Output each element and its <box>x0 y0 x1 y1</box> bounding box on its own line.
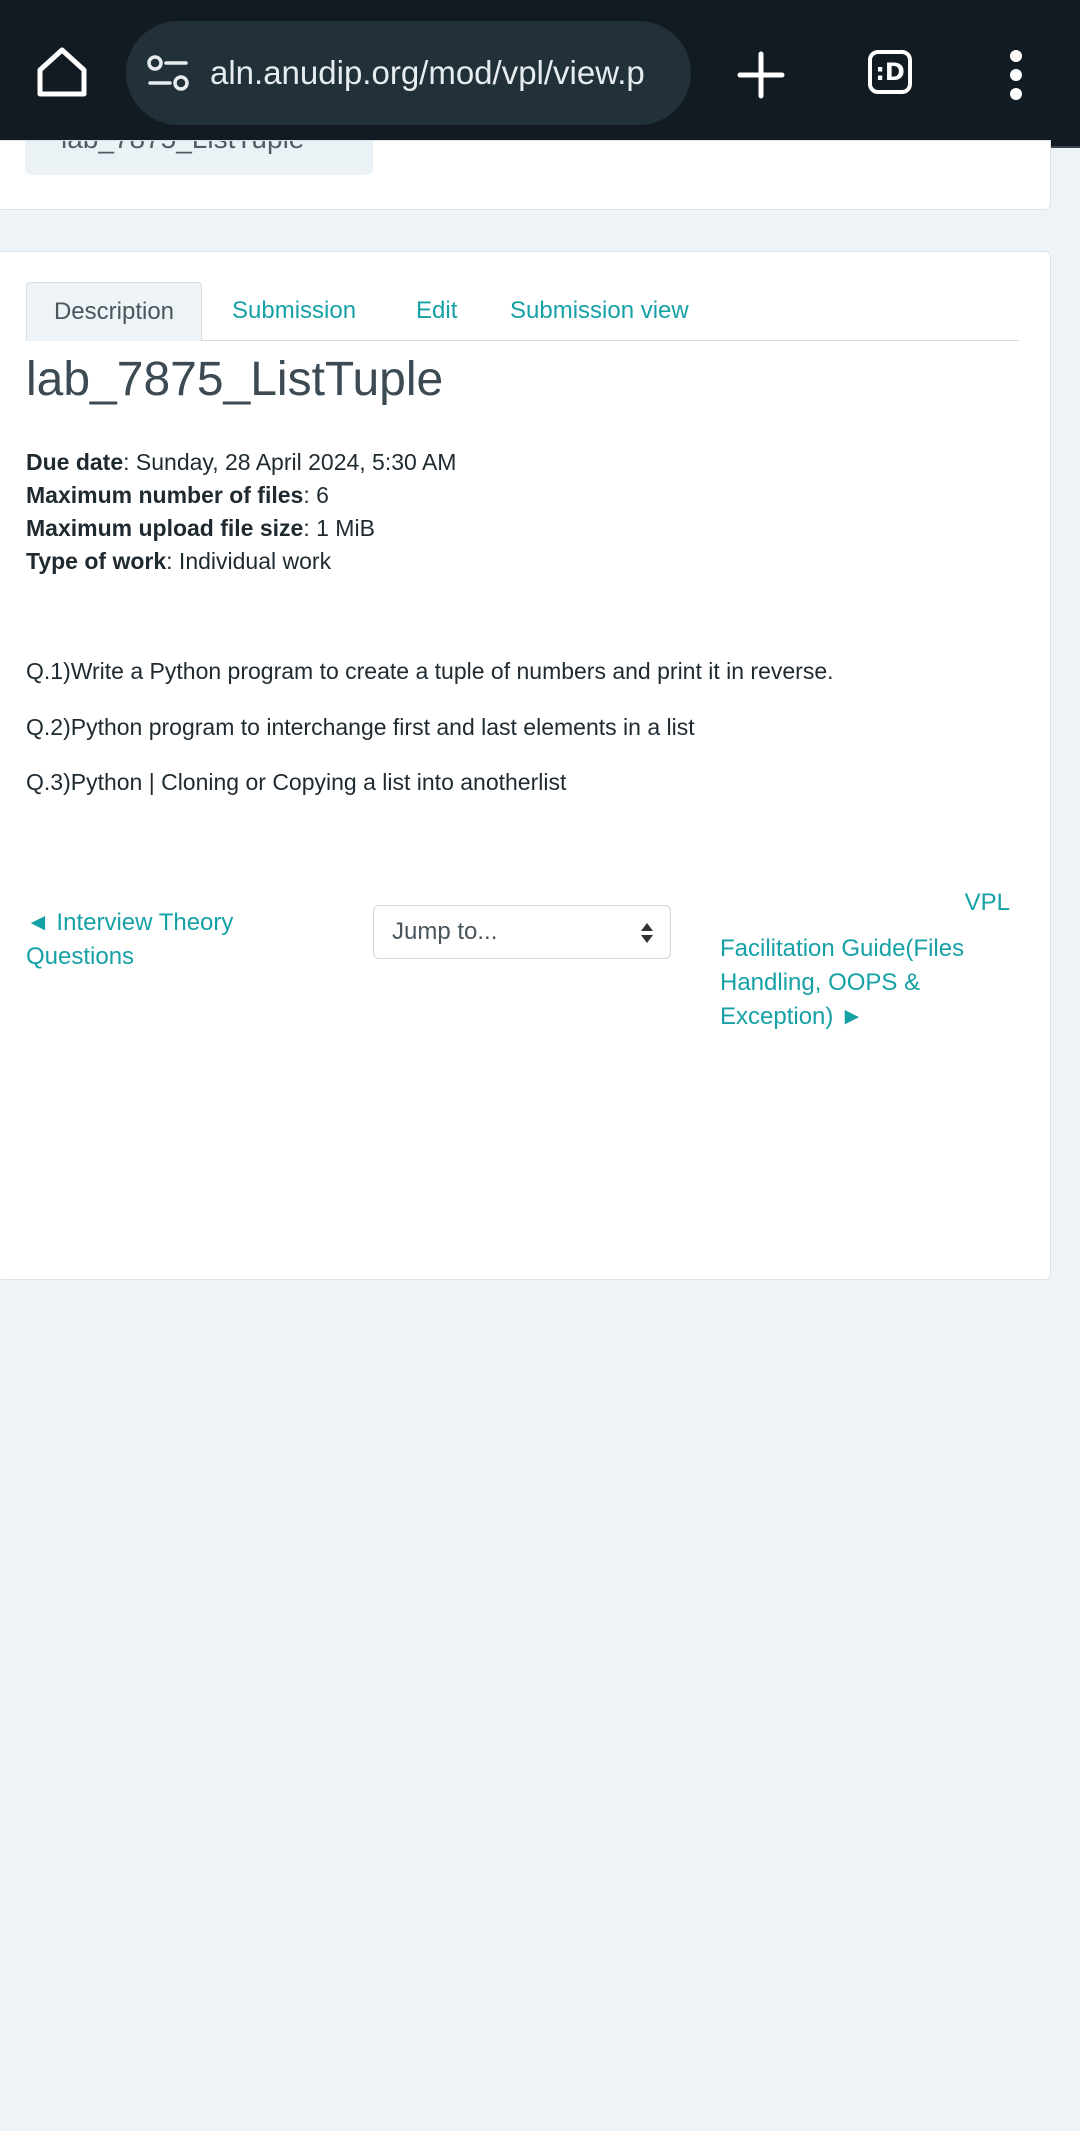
tab-submission[interactable]: Submission <box>232 282 356 340</box>
meta-key: Maximum upload file size <box>26 515 304 541</box>
url-text[interactable]: aln.anudip.org/mod/vpl/view.p <box>210 51 680 95</box>
activity-meta: Due date: Sunday, 28 April 2024, 5:30 AM… <box>26 446 456 578</box>
meta-key: Maximum number of files <box>26 482 304 508</box>
more-menu-icon[interactable] <box>1005 50 1029 100</box>
meta-value: : 1 MiB <box>303 515 375 541</box>
meta-key: Due date <box>26 449 124 475</box>
question-1: Q.1)Write a Python program to create a t… <box>26 658 834 684</box>
tab-submission-view[interactable]: Submission view <box>510 282 689 340</box>
site-settings-icon[interactable] <box>146 53 190 93</box>
home-icon[interactable] <box>34 44 90 100</box>
question-3: Q.3)Python | Cloning or Copying a list i… <box>26 769 567 795</box>
meta-value: : 6 <box>303 482 329 508</box>
previous-activity-label: lab_7875_ListTuple <box>61 141 304 155</box>
tab-switcher-button[interactable]: :D <box>868 50 912 94</box>
meta-value: : Sunday, 28 April 2024, 5:30 AM <box>123 449 457 475</box>
previous-activity-link[interactable]: ◄ Interview Theory Questions <box>26 906 326 974</box>
next-activity-link[interactable]: VPL Facilitation Guide(Files Handling, O… <box>720 886 1010 1034</box>
jump-to-select[interactable]: Jump to... <box>373 905 671 959</box>
tab-edit[interactable]: Edit <box>416 282 457 340</box>
tab-description[interactable]: Description <box>26 282 202 341</box>
browser-toolbar: aln.anudip.org/mod/vpl/view.p :D <box>0 0 1080 148</box>
select-arrows-icon <box>641 923 653 943</box>
meta-key: Type of work <box>26 548 167 574</box>
jump-to-value: Jump to... <box>392 918 498 945</box>
question-2: Q.2)Python program to interchange first … <box>26 714 695 740</box>
page-title: lab_7875_ListTuple <box>26 353 444 406</box>
next-activity-link-prefix[interactable]: VPL <box>720 886 1010 920</box>
work-type-row: Type of work: Individual work <box>26 545 456 578</box>
meta-value: : Individual work <box>166 548 332 574</box>
due-date-row: Due date: Sunday, 28 April 2024, 5:30 AM <box>26 446 456 479</box>
next-activity-link-text[interactable]: Facilitation Guide(Files Handling, OOPS … <box>720 935 964 1030</box>
url-bar[interactable]: aln.anudip.org/mod/vpl/view.p <box>126 21 691 125</box>
max-files-row: Maximum number of files: 6 <box>26 479 456 512</box>
previous-card: lab_7875_ListTuple <box>0 140 1051 210</box>
previous-activity-pill[interactable]: lab_7875_ListTuple <box>25 141 373 175</box>
activity-tabs: Description Submission Edit Submission v… <box>26 282 1019 341</box>
new-tab-icon[interactable] <box>734 48 788 102</box>
max-upload-row: Maximum upload file size: 1 MiB <box>26 512 456 545</box>
